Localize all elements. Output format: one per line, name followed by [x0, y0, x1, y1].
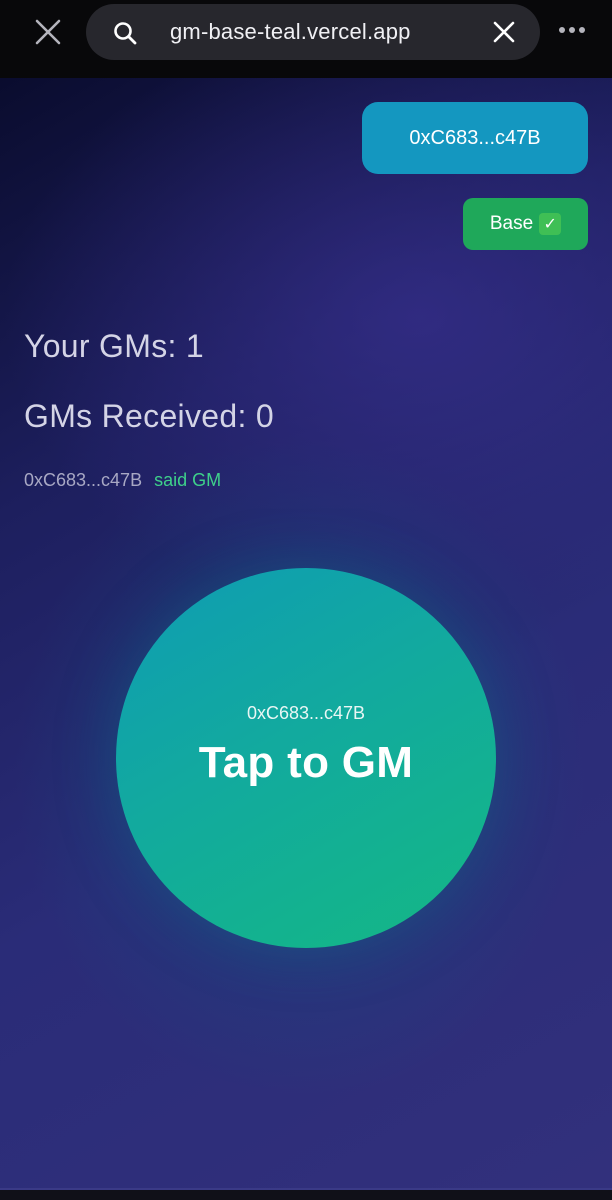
- app-main: 0xC683...c47B Base ✓ Your GMs: 1 GMs Rec…: [0, 78, 612, 1188]
- gms-received-count: GMs Received: 0: [24, 398, 274, 434]
- search-icon: [114, 22, 137, 45]
- wallet-address-button[interactable]: 0xC683...c47B: [362, 102, 588, 174]
- url-text[interactable]: gm-base-teal.vercel.app: [170, 18, 411, 46]
- bottom-edge: [0, 1188, 612, 1200]
- close-tab-button[interactable]: [26, 10, 70, 54]
- check-icon: ✓: [539, 213, 562, 235]
- your-gms-count: Your GMs: 1: [24, 328, 204, 364]
- activity-address: 0xC683...c47B: [24, 470, 143, 490]
- activity-item: 0xC683...c47B said GM: [24, 470, 221, 491]
- gm-button-label: Tap to GM: [198, 737, 414, 787]
- gm-button-address: 0xC683...c47B: [246, 702, 366, 723]
- wallet-address-label: 0xC683...c47B: [409, 126, 541, 149]
- close-icon: [35, 19, 61, 45]
- browser-toolbar: gm-base-teal.vercel.app: [0, 0, 612, 78]
- tap-to-gm-button[interactable]: 0xC683...c47B Tap to GM: [116, 568, 496, 948]
- clear-url-button[interactable]: [488, 16, 520, 48]
- more-vertical-icon: [559, 27, 585, 33]
- activity-message: said GM: [154, 470, 222, 490]
- network-badge[interactable]: Base ✓: [463, 198, 588, 250]
- network-label: Base: [489, 213, 534, 234]
- clear-icon: [493, 21, 515, 43]
- address-bar[interactable]: gm-base-teal.vercel.app: [86, 4, 540, 60]
- more-menu-button[interactable]: [552, 10, 592, 50]
